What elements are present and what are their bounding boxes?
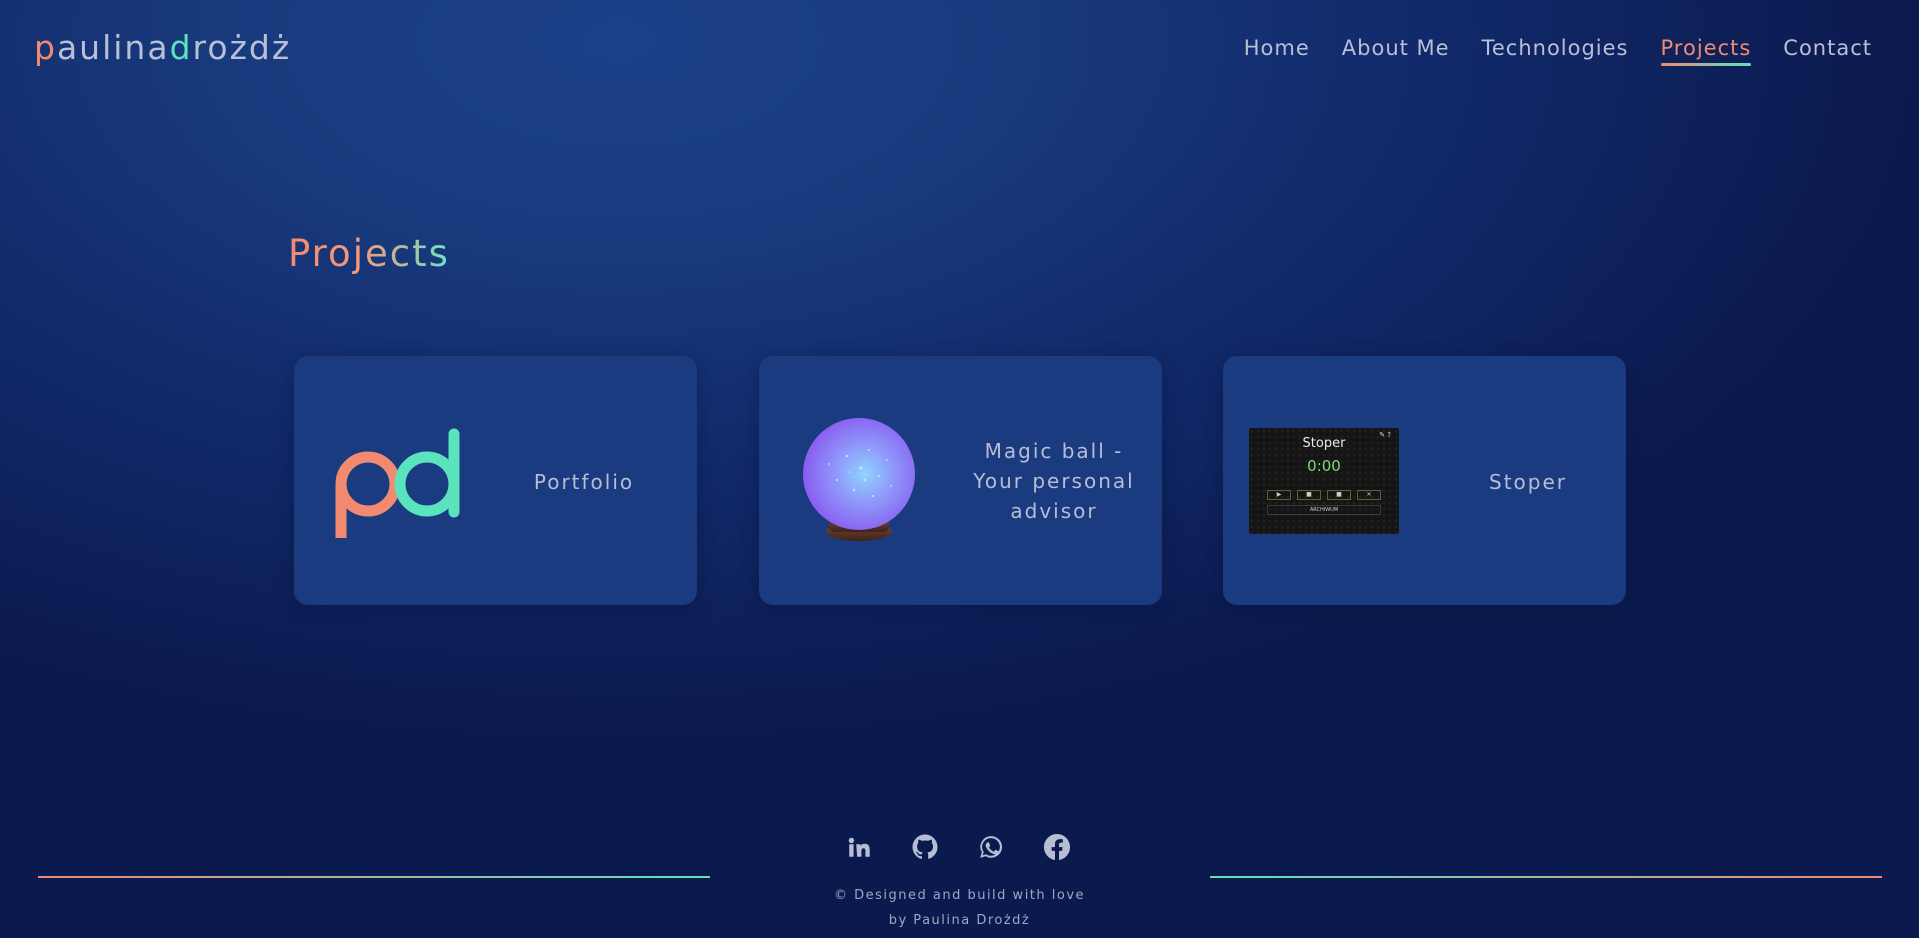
footer-divider-right <box>1210 876 1882 878</box>
section-title: Projects <box>288 232 450 275</box>
facebook-icon[interactable] <box>1044 834 1070 860</box>
social-links <box>846 834 1070 860</box>
card-label: Portfolio <box>533 470 635 494</box>
thumb-time: 0:00 <box>1307 457 1341 475</box>
logo-first-initial: p <box>34 28 57 67</box>
copyright-line-1: © Designed and build with love <box>833 888 1086 903</box>
card-label: Stoper <box>1489 470 1567 494</box>
project-card-portfolio[interactable]: Portfolio <box>294 356 697 605</box>
thumb-title: Stoper <box>1302 436 1346 451</box>
crystal-ball-image <box>803 418 915 541</box>
thumb-reset-icon: ✕ <box>1357 490 1381 500</box>
main-nav: Home About Me Technologies Projects Cont… <box>1244 36 1872 66</box>
whatsapp-icon[interactable] <box>978 834 1004 860</box>
project-card-magic-ball[interactable]: Magic ball - Your personal advisor <box>759 356 1162 605</box>
nav-home[interactable]: Home <box>1244 36 1310 66</box>
logo-last-initial: d <box>169 28 193 67</box>
linkedin-icon[interactable] <box>846 834 872 860</box>
footer-divider-left <box>38 876 710 878</box>
logo-first-rest: aulina <box>56 28 170 67</box>
thumb-play-icon: ▶ <box>1267 490 1291 500</box>
card-label: Magic ball - Your personal advisor <box>973 439 1135 523</box>
nav-projects[interactable]: Projects <box>1660 36 1752 66</box>
github-icon[interactable] <box>912 834 938 860</box>
thumb-archive: ARCHIWUM <box>1267 505 1381 515</box>
pd-logo-image <box>335 428 460 538</box>
copyright-text: © Designed and build with love by Paulin… <box>0 883 1919 933</box>
copyright-line-2: by Paulina Drożdż <box>888 913 1031 928</box>
site-logo[interactable]: paulinadrożdż <box>34 28 291 67</box>
nav-technologies[interactable]: Technologies <box>1482 36 1629 66</box>
thumb-stop-icon: ■ <box>1327 490 1351 500</box>
nav-contact[interactable]: Contact <box>1783 36 1872 66</box>
logo-last-rest: rożdż <box>192 28 292 67</box>
thumb-buttons: ▶ ■ ■ ✕ <box>1267 490 1381 500</box>
project-card-stoper[interactable]: ✎ ? Stoper 0:00 ▶ ■ ■ ✕ ARCHIWUM Stoper <box>1223 356 1626 605</box>
nav-about-me[interactable]: About Me <box>1342 36 1450 66</box>
stoper-app-screenshot: ✎ ? Stoper 0:00 ▶ ■ ■ ✕ ARCHIWUM <box>1249 428 1399 534</box>
thumb-pause-icon: ■ <box>1297 490 1321 500</box>
